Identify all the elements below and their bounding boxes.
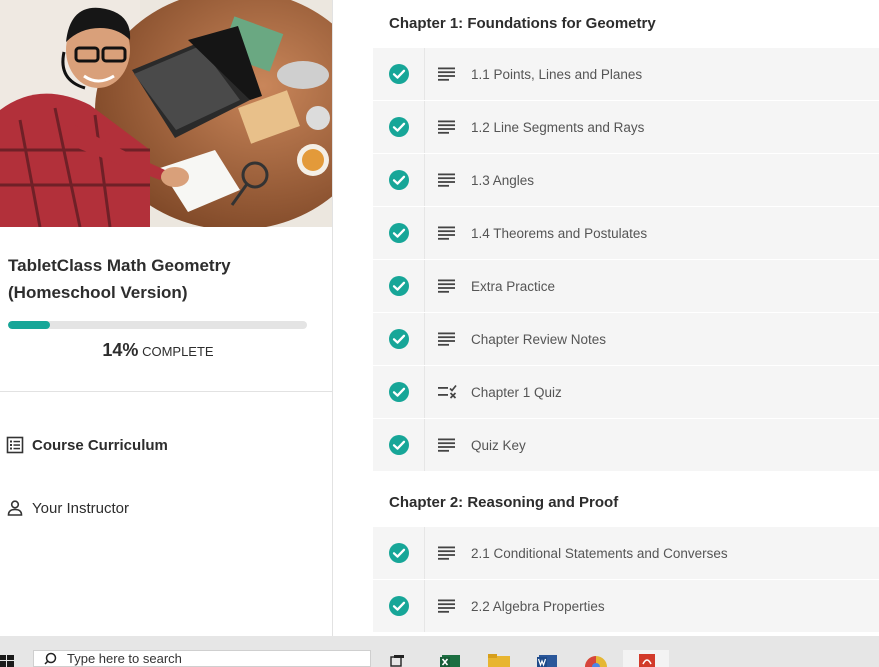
student-desk-photo <box>0 0 332 227</box>
lecture-item[interactable]: Chapter Review Notes <box>373 313 879 365</box>
sidebar-item-your-instructor[interactable]: Your Instructor <box>6 499 129 517</box>
lecture-item[interactable]: 1.2 Line Segments and Rays <box>373 101 879 153</box>
lecture-item[interactable]: 2.1 Conditional Statements and Converses <box>373 527 879 579</box>
curriculum-panel: Chapter 1: Foundations for Geometry 1.1 … <box>333 0 879 636</box>
lecture-type <box>438 438 458 452</box>
lecture-type <box>438 67 458 81</box>
sidebar-item-course-curriculum[interactable]: Course Curriculum <box>6 436 168 454</box>
completed-check-icon <box>388 435 409 455</box>
lecture-status <box>373 527 425 579</box>
lecture-status <box>373 580 425 632</box>
lecture-title: Extra Practice <box>471 278 556 294</box>
text-icon <box>438 332 455 346</box>
lecture-title: Chapter 1 Quiz <box>471 384 562 400</box>
lecture-type <box>438 173 458 187</box>
task-view-icon[interactable] <box>390 654 406 667</box>
lecture-item[interactable]: 1.1 Points, Lines and Planes <box>373 48 879 100</box>
progress-bar <box>8 321 307 329</box>
lecture-title: 1.2 Line Segments and Rays <box>471 119 645 135</box>
course-sidebar: TabletClass Math Geometry (Homeschool Ve… <box>0 0 333 636</box>
lecture-status <box>373 101 425 153</box>
sidebar-item-label: Course Curriculum <box>32 436 168 454</box>
list-icon <box>6 436 24 454</box>
file-explorer-icon[interactable] <box>488 654 510 667</box>
text-icon <box>438 279 455 293</box>
text-icon <box>438 67 455 81</box>
quiz-icon <box>438 384 457 399</box>
completed-check-icon <box>388 64 409 84</box>
search-icon <box>44 652 57 665</box>
text-icon <box>438 226 455 240</box>
text-icon <box>438 546 455 560</box>
lecture-title: Chapter Review Notes <box>471 331 607 347</box>
completed-check-icon <box>388 276 409 296</box>
lecture-type <box>438 332 458 346</box>
lecture-status <box>373 313 425 365</box>
lecture-status <box>373 48 425 100</box>
lecture-type <box>438 226 458 240</box>
taskbar-search-box[interactable]: Type here to search <box>33 650 371 667</box>
lecture-item[interactable]: Extra Practice <box>373 260 879 312</box>
completed-check-icon <box>388 329 409 349</box>
windows-start-icon[interactable] <box>0 650 14 667</box>
sidebar-divider <box>0 391 332 392</box>
completed-check-icon <box>388 382 409 402</box>
progress-complete-text: COMPLETE <box>142 344 214 359</box>
lecture-type <box>438 279 458 293</box>
lecture-type <box>438 599 458 613</box>
lecture-status <box>373 260 425 312</box>
windows-taskbar: Type here to search <box>0 636 879 667</box>
completed-check-icon <box>388 170 409 190</box>
lecture-title: 1.1 Points, Lines and Planes <box>471 66 643 82</box>
text-icon <box>438 173 455 187</box>
lecture-item[interactable]: Chapter 1 Quiz <box>373 366 879 418</box>
lecture-item[interactable]: 1.3 Angles <box>373 154 879 206</box>
lecture-title: 2.1 Conditional Statements and Converses <box>471 545 728 561</box>
excel-icon[interactable] <box>440 654 460 667</box>
lecture-type <box>438 384 458 400</box>
lecture-title: 2.2 Algebra Properties <box>471 598 605 614</box>
lecture-item[interactable]: 1.4 Theorems and Postulates <box>373 207 879 259</box>
chrome-icon[interactable] <box>585 654 607 667</box>
course-title: TabletClass Math Geometry (Homeschool Ve… <box>8 256 231 302</box>
lecture-title: Quiz Key <box>471 437 526 453</box>
word-icon[interactable] <box>537 654 557 667</box>
completed-check-icon <box>388 596 409 616</box>
sidebar-item-label: Your Instructor <box>32 499 129 517</box>
lecture-title: 1.4 Theorems and Postulates <box>471 225 648 241</box>
lecture-status <box>373 419 425 471</box>
pdf-icon[interactable] <box>638 654 656 667</box>
lecture-status <box>373 366 425 418</box>
lecture-item[interactable]: Quiz Key <box>373 419 879 471</box>
progress-percent: 14% <box>102 340 139 360</box>
course-cover-image <box>0 0 332 227</box>
chapter-title: Chapter 2: Reasoning and Proof <box>389 494 619 511</box>
progress-bar-fill <box>8 321 50 329</box>
progress-label: 14% COMPLETE <box>0 340 316 361</box>
person-icon <box>7 500 23 516</box>
completed-check-icon <box>388 223 409 243</box>
text-icon <box>438 120 455 134</box>
text-icon <box>438 599 455 613</box>
lecture-status <box>373 154 425 206</box>
completed-check-icon <box>388 543 409 563</box>
lecture-type <box>438 120 458 134</box>
chapter-title: Chapter 1: Foundations for Geometry <box>389 15 656 32</box>
lecture-title: 1.3 Angles <box>471 172 535 188</box>
lecture-status <box>373 207 425 259</box>
lecture-item[interactable]: 2.2 Algebra Properties <box>373 580 879 632</box>
completed-check-icon <box>388 117 409 137</box>
lecture-type <box>438 546 458 560</box>
text-icon <box>438 438 455 452</box>
search-placeholder: Type here to search <box>67 651 182 666</box>
